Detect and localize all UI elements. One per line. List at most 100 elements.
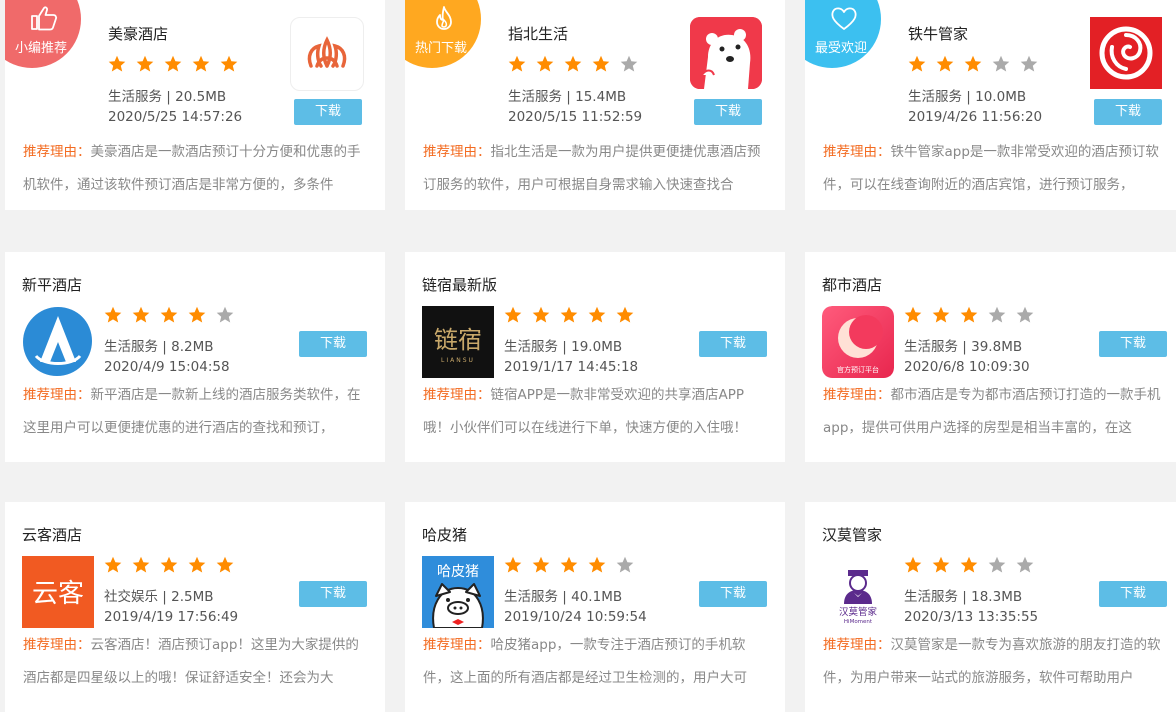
recommend-reason: 推荐理由：指北生活是一款为用户提供更便捷优惠酒店预订服务的软件，用户可根据自身需…: [423, 136, 769, 202]
reason-label: 推荐理由：: [23, 387, 91, 403]
liansu-logo-icon[interactable]: 链宿 LIANSU: [422, 306, 494, 378]
recommend-reason: 推荐理由：铁牛管家app是一款非常受欢迎的酒店预订软件，可以在线查询附近的酒店宾…: [823, 136, 1169, 202]
star-filled-icon: [564, 55, 582, 73]
reason-label: 推荐理由：: [423, 387, 491, 403]
star-filled-icon: [160, 556, 178, 574]
rating-stars: [904, 306, 1044, 326]
star-filled-icon: [508, 55, 526, 73]
star-filled-icon: [160, 306, 178, 324]
rating-stars: [904, 556, 1044, 576]
xinping-logo-icon[interactable]: [22, 306, 92, 376]
app-name[interactable]: 美豪酒店: [108, 23, 168, 44]
app-card-yunke: 云客酒店 云客 社交娱乐 | 2.5MB 2019/4/19 17:56:49 …: [5, 502, 385, 712]
app-name[interactable]: 指北生活: [508, 23, 568, 44]
recommend-reason: 推荐理由：汉莫管家是一款专为喜欢旅游的朋友打造的软件，为用户带来一站式的旅游服务…: [823, 629, 1169, 695]
star-empty-icon: [992, 55, 1010, 73]
star-filled-icon: [104, 306, 122, 324]
rating-stars: [108, 55, 248, 75]
recommend-reason: 推荐理由：哈皮猪app，一款专注于酒店预订的手机软件，这上面的所有酒店都是经过卫…: [423, 629, 769, 695]
star-filled-icon: [904, 556, 922, 574]
app-card-tieniu: 最受欢迎 铁牛管家 生活服务 | 10.0MB 2019/4/26 11:56:…: [805, 0, 1176, 210]
reason-label: 推荐理由：: [23, 637, 91, 653]
pig-icon[interactable]: 哈皮猪: [422, 556, 494, 628]
star-filled-icon: [532, 556, 550, 574]
app-card-liansu: 链宿最新版 链宿 LIANSU 生活服务 | 19.0MB 2019/1/17 …: [405, 252, 785, 462]
star-filled-icon: [188, 556, 206, 574]
star-filled-icon: [560, 556, 578, 574]
star-empty-icon: [216, 306, 234, 324]
thumbs-up-icon: [29, 5, 59, 31]
star-filled-icon: [960, 306, 978, 324]
download-button[interactable]: 下载: [694, 99, 762, 125]
icon-text: 云客: [32, 579, 84, 609]
download-button[interactable]: 下载: [699, 331, 767, 357]
app-name[interactable]: 新平酒店: [22, 274, 82, 295]
star-filled-icon: [932, 556, 950, 574]
star-empty-icon: [988, 556, 1006, 574]
app-meta: 生活服务 | 15.4MB: [508, 89, 627, 105]
app-meta: 社交娱乐 | 2.5MB: [104, 589, 214, 605]
star-filled-icon: [188, 306, 206, 324]
app-card-meihao: 小编推荐 美豪酒店 生活服务 | 20.5MB 2020/5/25 14:57:…: [5, 0, 385, 210]
app-meta: 生活服务 | 8.2MB: [104, 339, 214, 355]
app-card-dushi: 都市酒店 官方预订平台 生活服务 | 39.8MB 2020/6/8 10:09…: [805, 252, 1176, 462]
app-date: 2020/3/13 13:35:55: [904, 609, 1039, 625]
yunke-logo-icon[interactable]: 云客: [22, 556, 94, 628]
polar-bear-icon[interactable]: [690, 17, 762, 89]
rating-stars: [104, 556, 244, 576]
star-filled-icon: [192, 55, 210, 73]
star-filled-icon: [108, 55, 126, 73]
butler-icon[interactable]: 汉莫管家 HiMoment: [822, 556, 894, 628]
download-button[interactable]: 下载: [299, 331, 367, 357]
app-date: 2019/1/17 14:45:18: [504, 359, 639, 375]
rating-stars: [508, 55, 648, 75]
icon-text: 汉莫管家: [839, 606, 878, 618]
rating-stars: [104, 306, 244, 326]
download-button[interactable]: 下载: [1094, 99, 1162, 125]
reason-label: 推荐理由：: [823, 144, 891, 160]
star-filled-icon: [132, 556, 150, 574]
dushi-logo-icon[interactable]: 官方预订平台: [822, 306, 894, 378]
star-filled-icon: [136, 55, 154, 73]
app-name[interactable]: 哈皮猪: [422, 524, 467, 545]
star-filled-icon: [908, 55, 926, 73]
star-empty-icon: [1016, 306, 1034, 324]
tieniu-logo-icon[interactable]: [1090, 17, 1162, 89]
icon-subtext: HiMoment: [844, 619, 873, 625]
download-button[interactable]: 下载: [299, 581, 367, 607]
star-filled-icon: [132, 306, 150, 324]
app-name[interactable]: 汉莫管家: [822, 524, 882, 545]
star-filled-icon: [532, 306, 550, 324]
reason-label: 推荐理由：: [23, 144, 91, 160]
meihao-logo-icon[interactable]: [290, 17, 364, 91]
download-button[interactable]: 下载: [699, 581, 767, 607]
reason-label: 推荐理由：: [423, 637, 491, 653]
app-name[interactable]: 链宿最新版: [422, 274, 497, 295]
recommend-reason: 推荐理由：都市酒店是专为都市酒店预订打造的一款手机app，提供可供用户选择的房型…: [823, 379, 1169, 445]
star-filled-icon: [104, 556, 122, 574]
heart-icon: [829, 5, 859, 31]
rating-stars: [504, 556, 644, 576]
star-filled-icon: [936, 55, 954, 73]
star-filled-icon: [216, 556, 234, 574]
download-button[interactable]: 下载: [1099, 581, 1167, 607]
reason-label: 推荐理由：: [423, 144, 491, 160]
app-name[interactable]: 都市酒店: [822, 274, 882, 295]
app-meta: 生活服务 | 19.0MB: [504, 339, 623, 355]
icon-subtext: LIANSU: [441, 357, 475, 364]
star-filled-icon: [904, 306, 922, 324]
rating-stars: [504, 306, 644, 326]
recommend-reason: 推荐理由：云客酒店！酒店预订app！这里为大家提供的酒店都是四星级以上的哦！保证…: [23, 629, 369, 695]
recommend-reason: 推荐理由：新平酒店是一款新上线的酒店服务类软件，在这里用户可以更便捷优惠的进行酒…: [23, 379, 369, 445]
app-card-hanmo: 汉莫管家 汉莫管家 HiMoment 生活服务 | 18.3MB 2020/3/…: [805, 502, 1176, 712]
app-meta: 生活服务 | 10.0MB: [908, 89, 1027, 105]
download-button[interactable]: 下载: [294, 99, 362, 125]
app-date: 2020/5/15 11:52:59: [508, 109, 643, 125]
app-name[interactable]: 铁牛管家: [908, 23, 968, 44]
star-filled-icon: [588, 306, 606, 324]
star-filled-icon: [592, 55, 610, 73]
download-button[interactable]: 下载: [1099, 331, 1167, 357]
app-card-hapizhu: 哈皮猪 哈皮猪 生活服务 | 40.1MB 2019/10/24 10:59:5…: [405, 502, 785, 712]
app-name[interactable]: 云客酒店: [22, 524, 82, 545]
star-filled-icon: [536, 55, 554, 73]
